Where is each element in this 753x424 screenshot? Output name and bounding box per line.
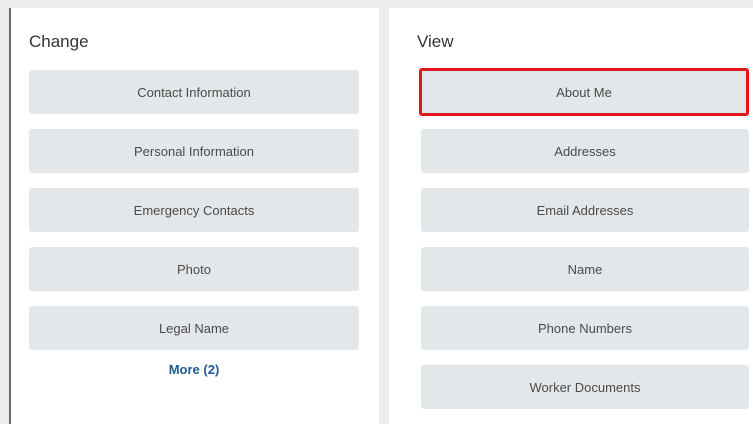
view-panel-title: View bbox=[417, 32, 454, 51]
photo-button[interactable]: Photo bbox=[29, 247, 359, 291]
change-panel-title: Change bbox=[29, 32, 89, 51]
personal-information-button[interactable]: Personal Information bbox=[29, 129, 359, 173]
emergency-contacts-button[interactable]: Emergency Contacts bbox=[29, 188, 359, 232]
phone-numbers-button[interactable]: Phone Numbers bbox=[421, 306, 749, 350]
about-me-button[interactable]: About Me bbox=[419, 68, 749, 116]
addresses-button[interactable]: Addresses bbox=[421, 129, 749, 173]
view-panel: View About Me Addresses Email Addresses … bbox=[389, 8, 753, 424]
more-link[interactable]: More (2) bbox=[29, 362, 359, 377]
contact-information-button[interactable]: Contact Information bbox=[29, 70, 359, 114]
email-addresses-button[interactable]: Email Addresses bbox=[421, 188, 749, 232]
legal-name-button[interactable]: Legal Name bbox=[29, 306, 359, 350]
name-button[interactable]: Name bbox=[421, 247, 749, 291]
change-panel: Change Contact Information Personal Info… bbox=[9, 8, 379, 424]
worker-documents-button[interactable]: Worker Documents bbox=[421, 365, 749, 409]
